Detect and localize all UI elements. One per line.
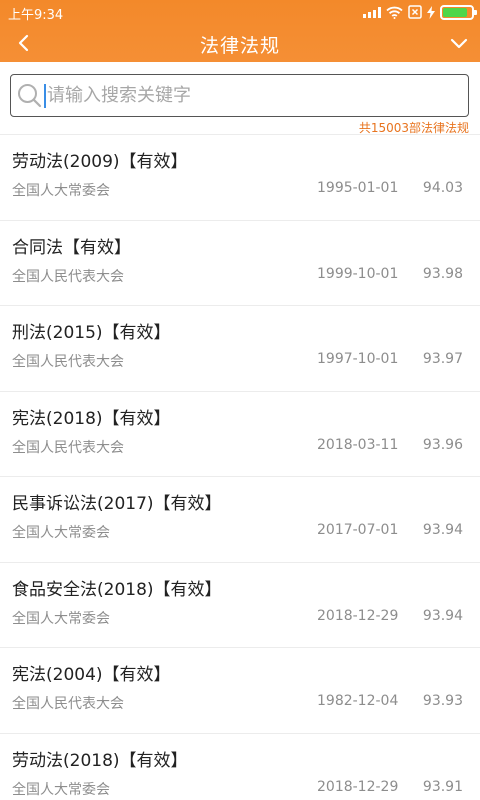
status-icons [363, 4, 477, 20]
app-header: 上午9:34 法律法规 [0, 0, 480, 62]
charging-icon [427, 5, 435, 19]
text-cursor [44, 84, 46, 108]
law-title: 劳动法(2009)【有效】 [12, 152, 188, 172]
signal-icon [363, 6, 381, 18]
status-bar: 上午9:34 [0, 0, 480, 24]
law-issuer: 全国人民代表大会 [12, 268, 124, 285]
law-date: 2018-12-29 [317, 607, 399, 624]
list-item[interactable]: 食品安全法(2018)【有效】 全国人大常委会 2018-12-29 93.94 [0, 561, 480, 648]
law-date: 1999-10-01 [317, 265, 399, 282]
list-item[interactable]: 民事诉讼法(2017)【有效】 全国人大常委会 2017-07-01 93.94 [0, 476, 480, 562]
list-item[interactable]: 宪法(2004)【有效】 全国人民代表大会 1982-12-04 93.93 [0, 647, 480, 733]
law-title: 宪法(2018)【有效】 [12, 408, 171, 429]
status-time: 上午9:34 [8, 8, 64, 23]
law-date: 1997-10-01 [317, 351, 399, 367]
law-issuer: 全国人民代表大会 [12, 696, 124, 712]
search-icon [18, 84, 42, 108]
law-score: 93.94 [422, 522, 463, 538]
law-score: 93.91 [422, 778, 463, 795]
page-title: 法律法规 [199, 35, 280, 57]
law-score: 93.97 [422, 351, 463, 367]
law-score: 93.96 [422, 436, 463, 453]
law-issuer: 全国人民代表大会 [12, 354, 124, 370]
law-title: 宪法(2004)【有效】 [12, 665, 171, 685]
nav-bar: 法律法规 [0, 24, 480, 62]
law-issuer: 全国人大常委会 [12, 781, 110, 798]
law-issuer: 全国人大常委会 [12, 183, 110, 199]
law-date: 2018-12-29 [317, 778, 399, 795]
list-item[interactable]: 劳动法(2018)【有效】 全国人大常委会 2018-12-29 93.91 [0, 732, 480, 800]
law-score: 93.98 [422, 265, 463, 282]
law-score: 93.93 [422, 693, 463, 709]
search-input[interactable] [47, 75, 462, 116]
battery-icon [440, 4, 477, 20]
law-score: 94.03 [422, 180, 463, 196]
list-item[interactable]: 刑法(2015)【有效】 全国人民代表大会 1997-10-01 93.97 [0, 305, 480, 391]
list-item[interactable]: 宪法(2018)【有效】 全国人民代表大会 2018-03-11 93.96 [0, 390, 480, 477]
law-date: 2018-03-11 [317, 436, 399, 453]
chevron-down-icon [450, 38, 468, 48]
law-title: 食品安全法(2018)【有效】 [12, 579, 222, 600]
law-issuer: 全国人大常委会 [12, 525, 110, 541]
law-title: 合同法【有效】 [12, 237, 131, 258]
law-title: 民事诉讼法(2017)【有效】 [12, 494, 222, 514]
wifi-icon [386, 6, 403, 19]
no-sim-icon [408, 5, 422, 19]
battery-level-fill [443, 7, 467, 17]
law-issuer: 全国人大常委会 [12, 610, 110, 627]
law-date: 1982-12-04 [317, 693, 399, 709]
law-date: 1995-01-01 [317, 180, 399, 196]
law-list: 劳动法(2009)【有效】 全国人大常委会 1995-01-01 94.03 合… [0, 134, 480, 800]
law-score: 93.94 [422, 607, 463, 624]
law-title: 劳动法(2018)【有效】 [12, 750, 188, 771]
search-box[interactable] [10, 74, 469, 117]
law-issuer: 全国人民代表大会 [12, 439, 124, 456]
dropdown-menu-button[interactable] [446, 30, 472, 56]
law-title: 刑法(2015)【有效】 [12, 323, 171, 343]
list-item[interactable]: 合同法【有效】 全国人民代表大会 1999-10-01 93.98 [0, 219, 480, 306]
list-item[interactable]: 劳动法(2009)【有效】 全国人大常委会 1995-01-01 94.03 [0, 134, 480, 220]
law-date: 2017-07-01 [317, 522, 399, 538]
